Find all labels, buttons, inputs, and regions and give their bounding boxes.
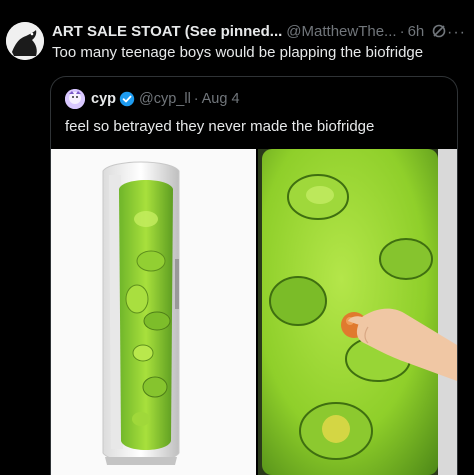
- quoted-tweet-header: cyp @cyp_ll · Aug 4: [65, 89, 240, 109]
- quoted-tweet-text: feel so betrayed they never made the bio…: [65, 118, 375, 135]
- quoted-author-avatar[interactable]: [65, 89, 85, 109]
- media-grid: [51, 149, 457, 475]
- quoted-handle[interactable]: @cyp_ll: [139, 91, 191, 107]
- more-options-button[interactable]: ···: [447, 24, 466, 42]
- biofridge-product-image[interactable]: [51, 149, 256, 475]
- biofridge-hand-image[interactable]: [258, 149, 457, 475]
- quoted-date[interactable]: Aug 4: [202, 91, 240, 107]
- tweet-text: Too many teenage boys would be plapping …: [52, 44, 424, 61]
- author-display-name[interactable]: ART SALE STOAT (See pinned...: [52, 23, 282, 40]
- quoted-display-name[interactable]: cyp: [91, 91, 116, 107]
- quoted-tweet-card[interactable]: cyp @cyp_ll · Aug 4 feel so betrayed the…: [50, 76, 458, 475]
- author-avatar[interactable]: [6, 22, 44, 60]
- tweet-header: ART SALE STOAT (See pinned... @MatthewTh…: [52, 22, 468, 40]
- separator-dot: ·: [399, 22, 405, 40]
- tweet-timestamp[interactable]: 6h: [408, 23, 425, 40]
- separator-dot: ·: [193, 91, 199, 107]
- grok-icon[interactable]: [431, 23, 447, 39]
- author-handle[interactable]: @MatthewThe...: [286, 23, 396, 40]
- verified-badge-icon: [119, 91, 135, 107]
